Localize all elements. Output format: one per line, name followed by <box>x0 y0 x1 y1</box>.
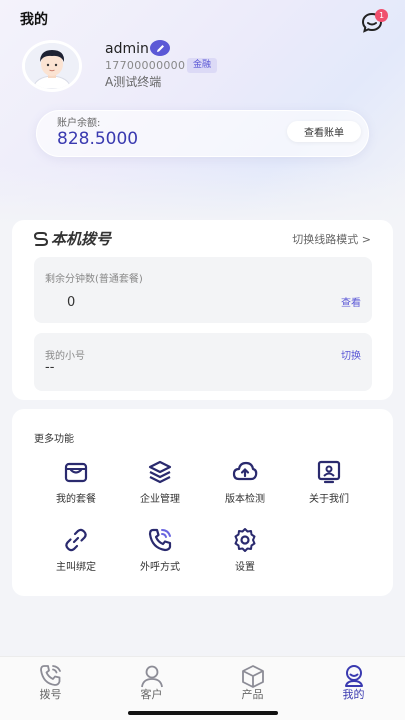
function-label: 关于我们 <box>309 494 349 505</box>
username: admin <box>105 41 149 57</box>
customer-icon <box>141 665 163 688</box>
function-label: 我的套餐 <box>56 494 96 505</box>
tab-mine[interactable]: 我的 <box>303 657 404 707</box>
avatar-illustration-icon <box>25 43 79 89</box>
dial-section-title-text: 本机拨号 <box>51 230 112 248</box>
function-caller-binding[interactable]: 主叫绑定 <box>36 527 116 582</box>
profile-icon <box>345 665 363 687</box>
link-icon <box>65 528 87 552</box>
extension-number-box: 我的小号 -- 切换 <box>34 333 372 391</box>
phone-call-icon <box>148 528 172 552</box>
function-my-package[interactable]: 我的套餐 <box>36 459 116 514</box>
balance-label: 账户余额: <box>57 118 101 129</box>
switch-line-mode-link[interactable]: 切换线路模式 > <box>292 231 371 247</box>
edit-icon[interactable] <box>150 40 170 56</box>
pencil-icon <box>156 44 164 52</box>
home-indicator <box>128 711 278 715</box>
function-label: 企业管理 <box>140 494 180 505</box>
function-label: 外呼方式 <box>140 562 180 573</box>
tab-dial[interactable]: 拨号 <box>0 657 101 707</box>
phone-number: 17700000000 <box>105 59 186 72</box>
tab-label: 我的 <box>342 688 365 701</box>
function-label: 设置 <box>235 562 255 573</box>
more-functions-card: 更多功能 我的套餐 企业管理 版本检测 关于我们 主叫绑定 外呼方式 设置 <box>12 409 393 596</box>
function-outbound-mode[interactable]: 外呼方式 <box>120 527 200 582</box>
gear-icon <box>234 528 256 552</box>
bag-icon <box>64 462 88 483</box>
tab-label: 产品 <box>241 688 264 701</box>
dial-section-title: 本机拨号 <box>33 228 111 249</box>
function-about-us[interactable]: 关于我们 <box>289 459 369 514</box>
organization-name: A测试终端 <box>105 75 162 89</box>
layers-icon <box>148 460 172 484</box>
dial-icon <box>40 665 61 686</box>
function-label: 主叫绑定 <box>56 562 96 573</box>
balance-card: 账户余额: 828.5000 查看账单 <box>36 110 369 157</box>
industry-tag: 金融 <box>187 58 218 73</box>
switch-extension-link[interactable]: 切换 <box>341 347 361 362</box>
info-card-icon <box>317 460 341 484</box>
local-dial-card: 本机拨号 切换线路模式 > 剩余分钟数(普通套餐) 0 查看 我的小号 -- 切… <box>12 220 393 400</box>
message-count-badge: 1 <box>375 9 388 22</box>
function-enterprise-management[interactable]: 企业管理 <box>120 459 200 514</box>
page-title: 我的 <box>20 12 48 28</box>
remaining-minutes-box: 剩余分钟数(普通套餐) 0 查看 <box>34 257 372 323</box>
tab-customer[interactable]: 客户 <box>101 657 202 707</box>
cloud-upload-icon <box>232 461 258 481</box>
tab-product[interactable]: 产品 <box>202 657 303 707</box>
view-bill-button[interactable]: 查看账单 <box>287 121 361 142</box>
balance-value: 828.5000 <box>57 129 139 149</box>
function-label: 版本检测 <box>225 494 265 505</box>
avatar[interactable] <box>22 40 82 92</box>
view-minutes-link[interactable]: 查看 <box>341 294 361 309</box>
extension-number-value: -- <box>45 360 55 375</box>
message-button[interactable]: 1 <box>359 9 388 35</box>
remaining-minutes-value: 0 <box>67 295 76 310</box>
function-settings[interactable]: 设置 <box>205 527 285 582</box>
box-icon <box>242 665 264 688</box>
s-logo-icon <box>33 231 49 246</box>
tab-label: 拨号 <box>39 688 62 701</box>
remaining-minutes-label: 剩余分钟数(普通套餐) <box>45 274 143 285</box>
tab-label: 客户 <box>140 688 163 701</box>
more-functions-title: 更多功能 <box>34 434 74 445</box>
function-version-check[interactable]: 版本检测 <box>205 459 285 514</box>
